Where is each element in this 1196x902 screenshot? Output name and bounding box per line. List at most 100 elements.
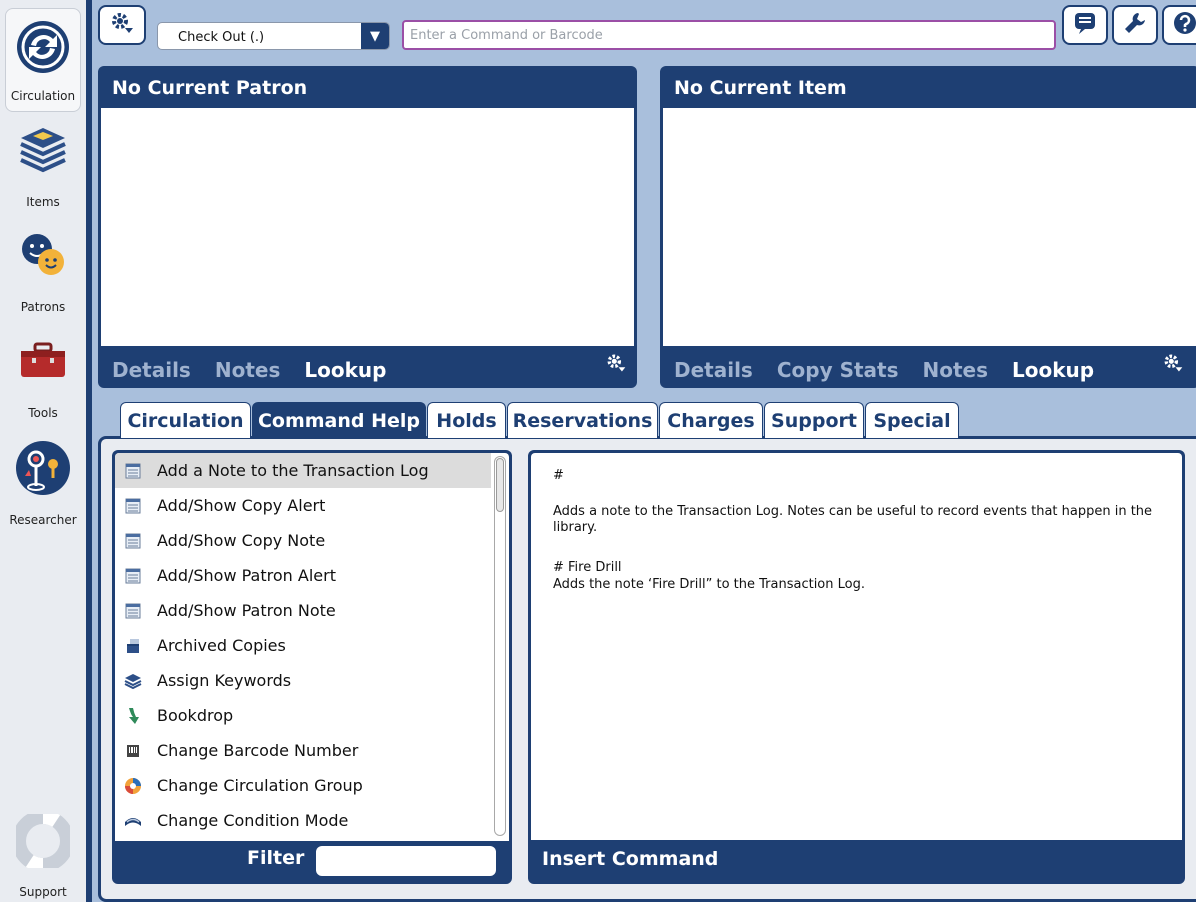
patron-gear-icon[interactable]	[605, 352, 627, 378]
item-panel: No Current Item Details Copy Stats Notes…	[660, 66, 1196, 388]
tab-special[interactable]: Special	[865, 402, 959, 438]
circulation-icon	[15, 19, 71, 78]
down-arrow-icon	[124, 707, 142, 725]
sidebar-item-circulation[interactable]: Circulation	[5, 8, 81, 112]
chevron-down-icon[interactable]: ▼	[361, 23, 389, 49]
patron-panel-footer: Details Notes Lookup	[112, 358, 386, 382]
list-item[interactable]: Bookdrop	[115, 698, 491, 733]
sidebar-item-label: Researcher	[9, 513, 77, 527]
patrons-faces-icon	[19, 232, 67, 281]
command-list-panel: Add a Note to the Transaction Log Add/Sh…	[112, 450, 512, 884]
messages-button[interactable]	[1062, 5, 1108, 45]
patron-panel-title: No Current Patron	[112, 77, 308, 99]
list-scrollbar[interactable]	[494, 456, 506, 836]
item-notes-link[interactable]: Notes	[923, 358, 989, 382]
tab-command-help[interactable]: Command Help	[252, 402, 426, 438]
books-stack-icon	[17, 124, 69, 177]
gear-icon	[109, 10, 135, 40]
log-note-icon	[124, 567, 142, 585]
settings-gear-button[interactable]	[98, 5, 146, 45]
list-item[interactable]: Add a Note to the Transaction Log	[115, 453, 491, 488]
barcode-icon	[124, 742, 142, 760]
sidebar: Circulation Items Patrons Tools Research…	[0, 0, 92, 902]
list-item[interactable]: Add/Show Patron Alert	[115, 558, 491, 593]
tab-support[interactable]: Support	[764, 402, 864, 438]
tab-holds[interactable]: Holds	[427, 402, 506, 438]
mode-select[interactable]: Check Out (.) ▼	[157, 22, 390, 50]
scroll-thumb[interactable]	[496, 458, 504, 512]
sidebar-item-items[interactable]: Items	[0, 124, 86, 214]
tab-charges[interactable]: Charges	[659, 402, 763, 438]
help-description: Adds a note to the Transaction Log. Note…	[553, 504, 1153, 535]
log-note-icon	[124, 602, 142, 620]
filter-label: Filter	[247, 847, 305, 869]
log-note-icon	[124, 532, 142, 550]
item-panel-footer: Details Copy Stats Notes Lookup	[674, 358, 1094, 382]
sidebar-item-label: Support	[19, 885, 67, 899]
list-item-label: Change Barcode Number	[157, 741, 359, 760]
tools-wrench-button[interactable]	[1112, 5, 1158, 45]
help-syntax: #	[553, 468, 564, 483]
command-help-panel: # Adds a note to the Transaction Log. No…	[528, 450, 1185, 884]
book-icon	[124, 812, 142, 830]
sidebar-item-researcher[interactable]: Researcher	[0, 440, 86, 528]
list-item-label: Add/Show Copy Alert	[157, 496, 326, 515]
researcher-icon	[15, 440, 71, 499]
list-item-label: Add a Note to the Transaction Log	[157, 461, 429, 480]
list-item[interactable]: Add/Show Patron Note	[115, 593, 491, 628]
item-copy-stats-link[interactable]: Copy Stats	[777, 358, 899, 382]
patron-panel-body	[101, 108, 634, 346]
filter-input[interactable]	[316, 846, 496, 876]
insert-command-button[interactable]: Insert Command	[542, 848, 718, 870]
item-panel-body	[663, 108, 1196, 346]
books-stack-icon	[124, 672, 142, 690]
patron-panel: No Current Patron Details Notes Lookup	[98, 66, 637, 388]
sidebar-item-label: Patrons	[20, 300, 66, 314]
list-item-label: Add/Show Patron Note	[157, 601, 336, 620]
list-item[interactable]: Archived Copies	[115, 628, 491, 663]
item-lookup-link[interactable]: Lookup	[1012, 358, 1094, 382]
list-item-label: Add/Show Copy Note	[157, 531, 326, 550]
item-details-link[interactable]: Details	[674, 358, 753, 382]
list-item[interactable]: Change Condition Mode	[115, 803, 491, 838]
help-question-icon	[1173, 11, 1196, 39]
item-gear-icon[interactable]	[1162, 352, 1184, 378]
help-button[interactable]	[1162, 5, 1196, 45]
command-help-text: # Adds a note to the Transaction Log. No…	[531, 453, 1182, 840]
sidebar-item-label: Circulation	[10, 89, 76, 103]
log-note-icon	[124, 462, 142, 480]
toolbox-icon	[19, 340, 67, 383]
list-item-label: Assign Keywords	[157, 671, 292, 690]
list-item[interactable]: Assign Keywords	[115, 663, 491, 698]
command-input[interactable]	[402, 20, 1056, 50]
command-list[interactable]: Add a Note to the Transaction Log Add/Sh…	[115, 453, 509, 841]
circulation-group-icon	[124, 777, 142, 795]
item-panel-title: No Current Item	[674, 77, 847, 99]
help-example: # Fire Drill	[553, 560, 622, 575]
mode-select-value: Check Out (.)	[178, 30, 265, 45]
sidebar-item-label: Tools	[28, 406, 58, 420]
lifebuoy-icon	[12, 810, 74, 872]
list-item-label: Archived Copies	[157, 636, 286, 655]
patron-lookup-link[interactable]: Lookup	[304, 358, 386, 382]
list-item-label: Bookdrop	[157, 706, 234, 725]
tab-reservations[interactable]: Reservations	[507, 402, 658, 438]
list-item[interactable]: Add/Show Copy Alert	[115, 488, 491, 523]
patron-notes-link[interactable]: Notes	[215, 358, 281, 382]
sidebar-item-tools[interactable]: Tools	[0, 338, 86, 422]
message-icon	[1073, 11, 1097, 39]
list-item-label: Change Circulation Group	[157, 776, 363, 795]
list-item[interactable]: Change Barcode Number	[115, 733, 491, 768]
list-item-label: Change Condition Mode	[157, 811, 349, 830]
wrench-icon	[1123, 11, 1147, 39]
tab-circulation[interactable]: Circulation	[120, 402, 251, 438]
sidebar-item-label: Items	[26, 195, 60, 209]
log-note-icon	[124, 497, 142, 515]
list-item[interactable]: Change Circulation Group	[115, 768, 491, 803]
sidebar-item-patrons[interactable]: Patrons	[0, 232, 86, 318]
list-item[interactable]: Add/Show Copy Note	[115, 523, 491, 558]
help-example-description: Adds the note ‘Fire Drill” to the Transa…	[553, 577, 865, 592]
sidebar-item-support[interactable]: Support	[0, 810, 86, 902]
patron-details-link[interactable]: Details	[112, 358, 191, 382]
list-item-label: Add/Show Patron Alert	[157, 566, 336, 585]
